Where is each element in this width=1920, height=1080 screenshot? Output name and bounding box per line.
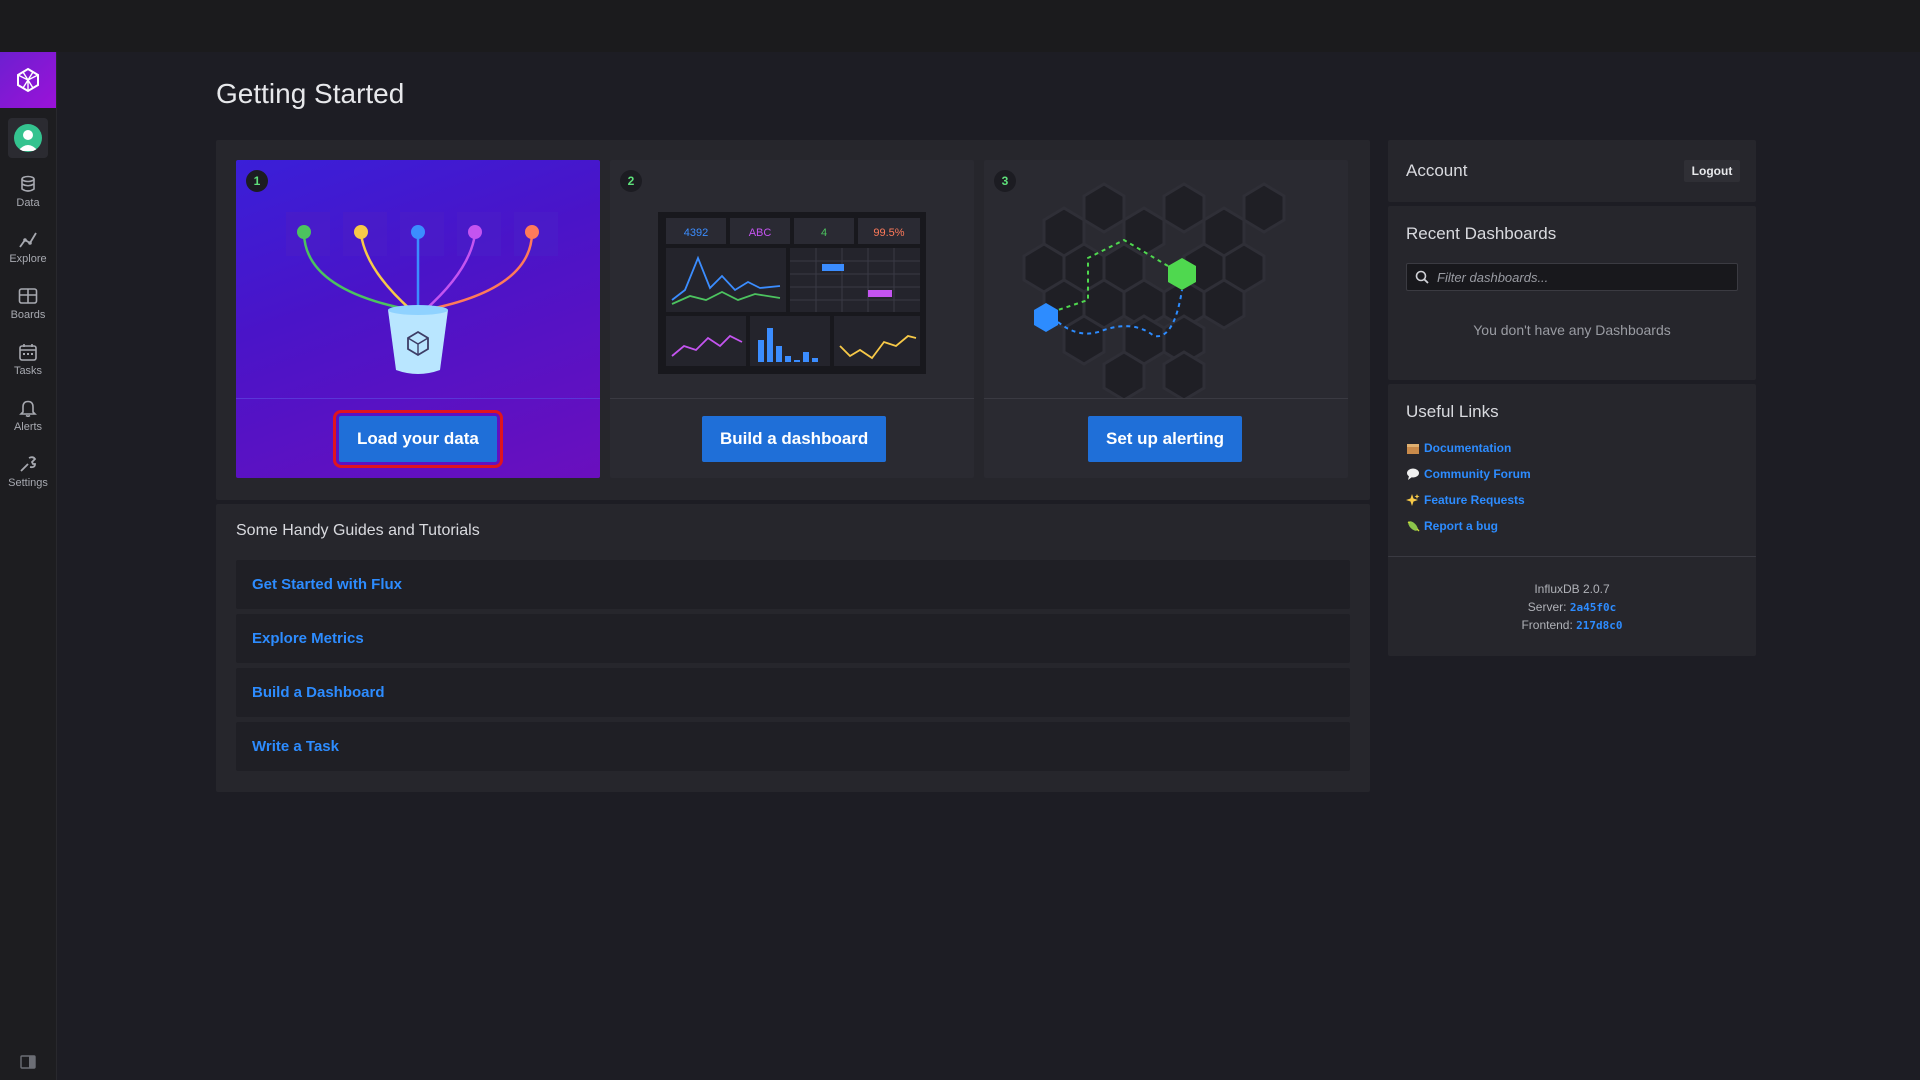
server-hash[interactable]: 2a45f0c [1570,601,1616,614]
influxdb-logo[interactable] [0,52,56,108]
nav-label: Tasks [13,365,43,377]
version-product: InfluxDB 2.0.7 [1534,582,1610,596]
nav-label: Data [16,197,40,209]
logout-button[interactable]: Logout [1684,160,1740,182]
set-up-alerting-button[interactable]: Set up alerting [1088,416,1243,462]
nav-item-data[interactable]: Data [0,164,56,220]
guides-title: Some Handy Guides and Tutorials [236,522,480,539]
link-label: Report a bug [1424,519,1498,533]
guide-link-flux[interactable]: Get Started with Flux [236,560,1350,609]
user-icon [18,130,38,151]
empty-dashboards-message: You don't have any Dashboards [1473,322,1671,338]
step-number: 1 [246,170,268,192]
card-divider [610,398,974,399]
sidebar-toggle-icon [20,1055,36,1069]
nav-label: Boards [10,309,46,321]
books-icon [1407,444,1419,454]
link-report-bug[interactable]: Report a bug [1406,519,1498,533]
link-label: Feature Requests [1424,493,1525,507]
filter-dashboards-input[interactable] [1435,268,1729,286]
version-server: Server: 2a45f0c [1388,600,1756,614]
version-divider [1388,556,1756,557]
bell-icon [19,400,37,417]
top-bar [0,0,1920,52]
build-dashboard-button[interactable]: Build a dashboard [702,416,887,462]
page-title: Getting Started [216,78,405,109]
wrench-icon [20,456,37,472]
search-icon [1415,270,1429,284]
database-icon [21,175,35,192]
cuboctahedron-icon [17,67,39,93]
bug-icon [1407,521,1420,532]
sparkles-icon [1406,494,1420,506]
speech-bubble-icon [1407,468,1419,480]
filter-dashboards-field[interactable] [1406,263,1738,291]
nav-item-tasks[interactable]: Tasks [0,332,56,388]
nav-item-boards[interactable]: Boards [0,276,56,332]
useful-links-title: Useful Links [1406,402,1499,421]
nav-label: Alerts [13,421,43,433]
card-divider [984,398,1348,399]
nav-label: Explore [9,253,47,265]
link-feature-requests[interactable]: Feature Requests [1406,493,1525,507]
link-community-forum[interactable]: Community Forum [1406,467,1531,481]
stat-value: ABC [749,227,772,239]
data-bucket-illustration [286,212,558,374]
nav-item-explore[interactable]: Explore [0,220,56,276]
side-nav: Data Explore Boards Tasks Alerts Setting… [0,52,57,1080]
load-data-button[interactable]: Load your data [333,410,503,468]
calendar-icon [19,344,37,361]
server-label: Server: [1527,600,1567,614]
dashboard-grid-icon [18,288,38,304]
frontend-label: Frontend: [1521,618,1573,632]
set-up-alerting-card: 3 Set up alerting [984,160,1348,478]
build-dashboard-card: 2 4392 ABC 4 99.5% Build a dashboard [610,160,974,478]
user-avatar[interactable] [8,118,48,158]
link-label: Documentation [1424,441,1512,455]
version-frontend: Frontend: 217d8c0 [1388,618,1756,632]
dashboard-illustration: 4392 ABC 4 99.5% [658,212,926,374]
collapse-nav-button[interactable] [20,1055,36,1074]
guide-link-explore-metrics[interactable]: Explore Metrics [236,614,1350,663]
stat-value: 4392 [684,227,708,239]
nav-item-alerts[interactable]: Alerts [0,388,56,444]
graph-line-icon [19,232,37,248]
link-label: Community Forum [1424,467,1531,481]
stat-value: 4 [821,227,827,239]
step-number: 2 [620,170,642,192]
frontend-hash[interactable]: 217d8c0 [1576,619,1622,632]
guide-link-build-dashboard[interactable]: Build a Dashboard [236,668,1350,717]
stat-value: 99.5% [873,227,904,239]
nav-label: Settings [8,477,48,489]
card-divider [236,398,600,399]
load-data-card: 1 Load your data [236,160,600,478]
step-number: 3 [994,170,1016,192]
nav-item-settings[interactable]: Settings [0,444,56,500]
alerting-hexagon-illustration [1022,182,1286,398]
link-documentation[interactable]: Documentation [1406,441,1511,455]
recent-dashboards-title: Recent Dashboards [1406,224,1557,243]
account-title: Account [1406,161,1468,180]
guide-link-write-task[interactable]: Write a Task [236,722,1350,771]
